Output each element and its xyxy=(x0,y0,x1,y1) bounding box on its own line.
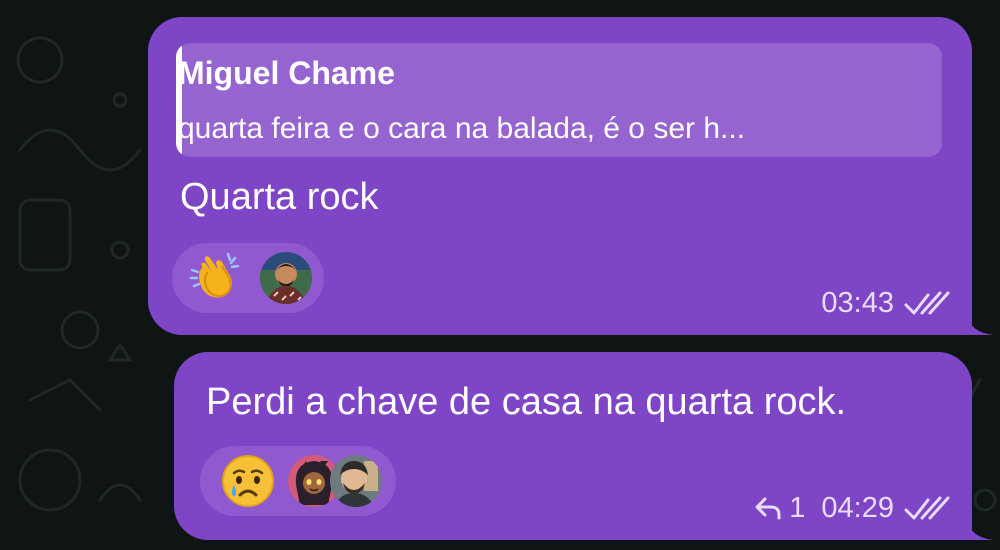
user-avatar[interactable] xyxy=(260,252,312,304)
double-check-icon xyxy=(904,496,950,520)
message-text: Perdi a chave de casa na quarta rock. xyxy=(206,381,847,423)
reply-count[interactable]: 1 xyxy=(789,492,805,525)
reply-author: Miguel Chame xyxy=(178,55,395,91)
message-meta: 03:43 xyxy=(821,285,950,321)
bubble-tail xyxy=(966,311,994,335)
user-avatar[interactable] xyxy=(330,455,382,507)
reaction-chip[interactable] xyxy=(172,243,324,313)
message-bubble[interactable]: Perdi a chave de casa na quarta rock. 1 … xyxy=(174,352,994,540)
message-time: 03:43 xyxy=(821,286,894,319)
reply-arrow-icon[interactable] xyxy=(753,495,783,521)
message-time: 04:29 xyxy=(821,491,894,524)
clapping-hands-emoji xyxy=(189,252,240,298)
message-meta: 1 04:29 xyxy=(753,490,950,526)
message-text: Quarta rock xyxy=(180,176,379,218)
double-check-icon xyxy=(904,291,950,315)
reply-snippet: quarta feira e o cara na balada, é o ser… xyxy=(178,112,746,145)
crying-face-emoji xyxy=(222,455,274,507)
message-bubble[interactable]: Miguel Chame quarta feira e o cara na ba… xyxy=(148,17,994,335)
reaction-chip[interactable] xyxy=(200,446,396,516)
bubble-tail xyxy=(966,516,994,540)
